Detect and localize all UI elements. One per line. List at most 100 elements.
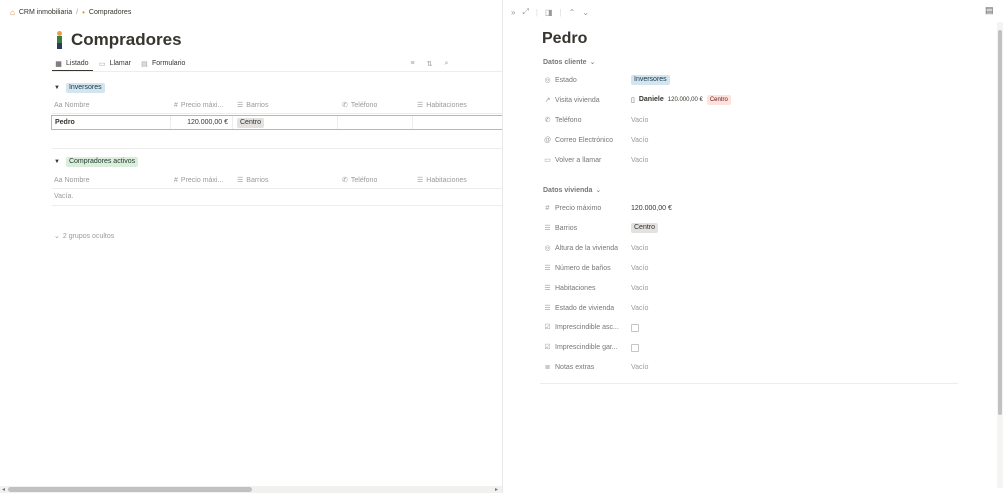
scroll-left-icon[interactable]: ◂ xyxy=(2,486,5,493)
prop-notas-extras[interactable]: ≣ Notas extras xyxy=(543,362,628,372)
column-precio[interactable]: # Precio máxi... xyxy=(174,177,223,184)
prop-estado-vivienda-value[interactable]: Vacío xyxy=(631,303,648,313)
number-icon: # xyxy=(174,176,178,184)
breadcrumb: ⌂ CRM inmobiliaria / • Compradores xyxy=(10,6,131,18)
prop-imprescindible-ascensor[interactable]: ☑ Imprescindible asc... xyxy=(543,322,628,332)
house-icon: ⌂ xyxy=(10,7,15,17)
prop-visita[interactable]: ↗ Visita vivienda xyxy=(543,95,628,105)
tab-listado[interactable]: ▦ Listado xyxy=(54,60,88,68)
search-icon[interactable]: ⌕ xyxy=(442,60,451,68)
peek-toolbar: » ⤢ | ◨ | ⌃ ⌄ xyxy=(511,7,589,17)
checkbox[interactable] xyxy=(631,344,639,352)
prop-habitaciones-value[interactable]: Vacío xyxy=(631,283,648,293)
prop-altura-value[interactable]: Vacío xyxy=(631,243,648,253)
table-row[interactable]: Pedro 120.000,00 € Centro xyxy=(51,115,502,130)
relation-price: 120.000,00 € xyxy=(667,96,703,103)
prop-telefono[interactable]: ✆ Teléfono xyxy=(543,115,628,125)
sort-icon[interactable]: ⇅ xyxy=(425,60,434,68)
group-header-compradores-activos[interactable]: ▼ Compradores activos xyxy=(54,156,139,167)
tab-llamar[interactable]: ▭ Llamar xyxy=(98,60,131,68)
scrollbar-thumb[interactable] xyxy=(998,30,1002,415)
prop-value: 120.000,00 € xyxy=(631,204,672,212)
checkbox[interactable] xyxy=(631,324,639,332)
prop-altura[interactable]: ◎ Altura de la vivienda xyxy=(543,243,628,253)
prop-precio-maximo-value[interactable]: 120.000,00 € xyxy=(631,203,672,213)
section-datos-cliente[interactable]: Datos cliente ⌄ xyxy=(543,57,595,67)
column-nombre[interactable]: Aa Nombre xyxy=(54,102,89,109)
vertical-scrollbar[interactable] xyxy=(997,22,1003,488)
prop-visita-value[interactable]: ▯ Daniele 120.000,00 € Centro xyxy=(631,94,731,105)
group-tag: Compradores activos xyxy=(65,156,139,167)
prop-volver-llamar[interactable]: ▭ Volver a llamar xyxy=(543,155,628,165)
list-icon: ☰ xyxy=(544,265,551,272)
prop-imprescindible-ascensor-value[interactable] xyxy=(631,323,639,333)
column-telefono[interactable]: ✆ Teléfono xyxy=(342,176,377,185)
column-label: Precio máxi... xyxy=(180,176,224,184)
prop-habitaciones[interactable]: ☰ Habitaciones xyxy=(543,283,628,293)
column-precio[interactable]: # Precio máxi... xyxy=(174,102,223,109)
prop-barrios-value[interactable]: Centro xyxy=(631,222,659,233)
column-habitaciones[interactable]: ☰ Habitaciones xyxy=(417,176,467,185)
caret-down-icon[interactable]: ▼ xyxy=(54,85,60,91)
prop-telefono-value[interactable]: Vacío xyxy=(631,115,648,125)
hidden-groups-label: 2 grupos ocultos xyxy=(62,232,115,240)
prop-imprescindible-garaje-value[interactable] xyxy=(631,343,639,353)
prop-imprescindible-garaje[interactable]: ☑ Imprescindible gar... xyxy=(543,342,628,352)
cell-barrio-tag[interactable]: Centro xyxy=(237,118,265,128)
record-title[interactable]: Pedro xyxy=(542,30,587,48)
filter-icon[interactable]: ≡ xyxy=(408,60,417,67)
column-barrios[interactable]: ☰ Barrios xyxy=(237,176,268,185)
list-icon: ☰ xyxy=(237,102,244,109)
comments-icon[interactable]: ▤ xyxy=(985,5,994,16)
group-header-inversores[interactable]: ▼ Inversores xyxy=(54,82,105,93)
tab-formulario[interactable]: ▤ Formulario xyxy=(140,60,185,68)
scroll-right-icon[interactable]: ▸ xyxy=(495,486,498,493)
list-icon: ☰ xyxy=(544,305,551,312)
prop-label: Estado xyxy=(555,76,577,84)
horizontal-scrollbar[interactable]: ◂ ▸ xyxy=(0,486,502,493)
close-peek-icon[interactable]: » xyxy=(511,8,515,17)
list-icon: ☰ xyxy=(417,102,424,109)
column-telefono[interactable]: ✆ Teléfono xyxy=(342,101,377,110)
number-icon: # xyxy=(545,204,550,212)
column-label: Precio máxi... xyxy=(180,101,224,109)
column-label: Nombre xyxy=(64,101,90,109)
hidden-groups-toggle[interactable]: ⌄ 2 grupos ocultos xyxy=(54,231,114,241)
chevron-down-icon: ⌄ xyxy=(589,59,596,66)
prop-label: Visita vivienda xyxy=(555,96,600,104)
prop-correo-value[interactable]: Vacío xyxy=(631,135,648,145)
scrollbar-thumb[interactable] xyxy=(8,487,252,492)
caret-down-icon[interactable]: ▼ xyxy=(54,159,60,165)
tabs-divider xyxy=(52,71,502,72)
column-barrios[interactable]: ☰ Barrios xyxy=(237,101,268,110)
prop-estado[interactable]: ◎ Estado xyxy=(543,75,628,85)
prop-estado-vivienda[interactable]: ☰ Estado de vivienda xyxy=(543,303,628,313)
section-label: Datos vivienda xyxy=(543,186,593,194)
chevron-up-icon[interactable]: ⌃ xyxy=(569,8,576,17)
prop-estado-value[interactable]: Inversores xyxy=(631,74,670,85)
cell-nombre[interactable]: Pedro xyxy=(55,119,75,126)
column-habitaciones[interactable]: ☰ Habitaciones xyxy=(417,101,467,110)
group-bottom-divider xyxy=(52,205,502,206)
breadcrumb-workspace[interactable]: CRM inmobiliaria xyxy=(19,9,72,16)
panel-mode-icon[interactable]: ◨ xyxy=(545,8,553,17)
expand-icon[interactable]: ⤢ xyxy=(522,7,528,17)
prop-barrios[interactable]: ☰ Barrios xyxy=(543,223,628,233)
prop-volver-llamar-value[interactable]: Vacío xyxy=(631,155,648,165)
empty-group-text: Vacía. xyxy=(54,193,74,200)
prop-correo[interactable]: @ Correo Electrónico xyxy=(543,135,628,145)
relation-name[interactable]: Daniele xyxy=(639,96,664,103)
section-datos-vivienda[interactable]: Datos vivienda ⌄ xyxy=(543,185,601,195)
prop-banos-value[interactable]: Vacío xyxy=(631,263,648,273)
column-nombre[interactable]: Aa Nombre xyxy=(54,177,89,184)
prop-notas-extras-value[interactable]: Vacío xyxy=(631,362,648,372)
breadcrumb-page[interactable]: Compradores xyxy=(89,9,131,16)
chevron-down-icon[interactable]: ⌄ xyxy=(582,8,589,17)
prop-banos[interactable]: ☰ Número de baños xyxy=(543,263,628,273)
list-icon: ☰ xyxy=(544,225,551,232)
prop-precio-maximo[interactable]: # Precio máximo xyxy=(543,203,628,213)
cell-precio[interactable]: 120.000,00 € xyxy=(174,119,228,126)
text-property-icon: Aa xyxy=(54,101,63,109)
prop-value: Vacío xyxy=(631,363,649,371)
status-icon: ◎ xyxy=(544,245,551,252)
